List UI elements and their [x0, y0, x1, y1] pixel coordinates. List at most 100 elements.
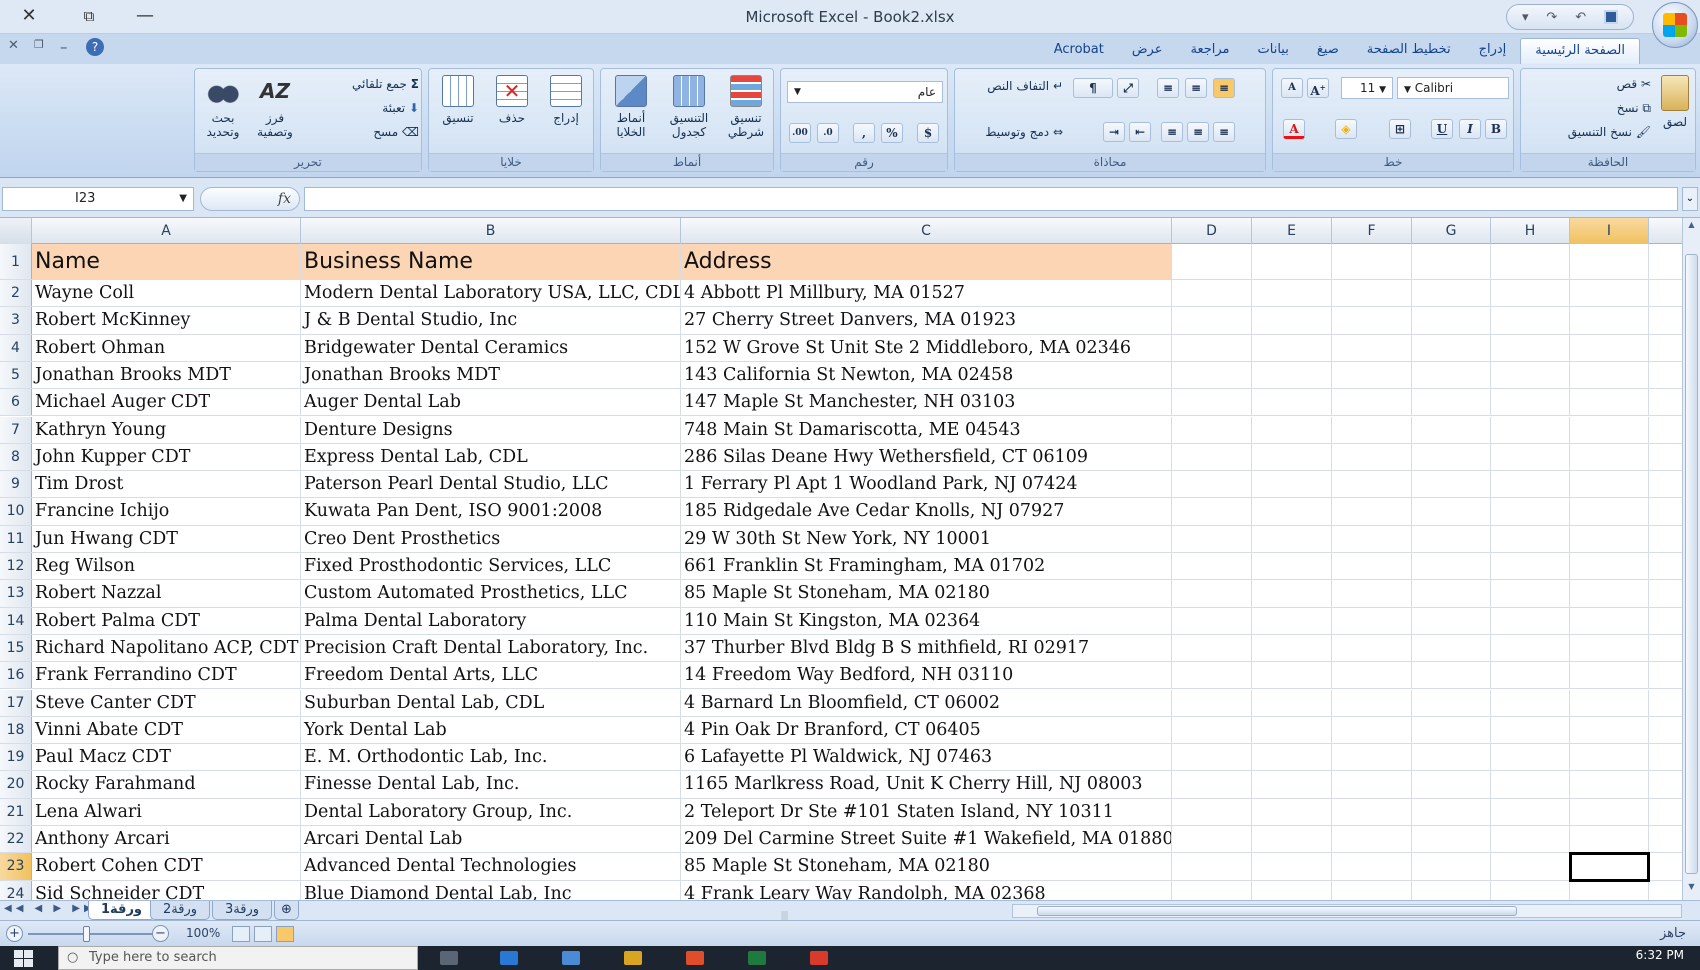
- borders-button[interactable]: ⊞: [1389, 119, 1411, 139]
- cell-a17[interactable]: Steve Canter CDT: [32, 689, 301, 716]
- column-header-e[interactable]: E: [1252, 218, 1332, 244]
- cell-h24[interactable]: [1491, 880, 1570, 900]
- cell-i2[interactable]: [1570, 280, 1649, 307]
- cell-h11[interactable]: [1491, 525, 1570, 552]
- cell-f20[interactable]: [1332, 771, 1412, 798]
- cell-b9[interactable]: Paterson Pearl Dental Studio, LLC: [301, 471, 681, 498]
- cell-e22[interactable]: [1252, 826, 1332, 853]
- font-color-button[interactable]: A: [1283, 119, 1305, 139]
- cell-h10[interactable]: [1491, 498, 1570, 525]
- tab-review[interactable]: مراجعة: [1177, 38, 1244, 64]
- cell-c9[interactable]: 1 Ferrary Pl Apt 1 Woodland Park, NJ 074…: [681, 471, 1172, 498]
- italic-button[interactable]: I: [1459, 119, 1481, 139]
- cell-f7[interactable]: [1332, 416, 1412, 443]
- excel-taskbar-icon[interactable]: [748, 951, 766, 965]
- cell-g4[interactable]: [1412, 334, 1491, 361]
- cell-c17[interactable]: 4 Barnard Ln Bloomfield, CT 06002: [681, 689, 1172, 716]
- cell-h1[interactable]: [1491, 244, 1570, 279]
- number-format-dropdown[interactable]: عام ▼: [787, 81, 943, 103]
- wrap-text-button[interactable]: التفاف النص ↵: [959, 79, 1063, 93]
- cell-c10[interactable]: 185 Ridgedale Ave Cedar Knolls, NJ 07927: [681, 498, 1172, 525]
- cell-a18[interactable]: Vinni Abate CDT: [32, 716, 301, 744]
- row-header-1[interactable]: 1: [0, 244, 32, 279]
- help-icon[interactable]: ?: [86, 38, 104, 56]
- format-cells-button[interactable]: تنسيق: [433, 75, 483, 125]
- cell-d15[interactable]: [1172, 634, 1252, 662]
- cell-e5[interactable]: [1252, 361, 1332, 389]
- cell-b2[interactable]: Modern Dental Laboratory USA, LLC, CDL: [301, 280, 681, 307]
- fill-color-button[interactable]: ◈: [1335, 119, 1357, 139]
- cell-b6[interactable]: Auger Dental Lab: [301, 389, 681, 416]
- find-select-button[interactable]: بحث وتحديد: [197, 75, 249, 139]
- row-header-4[interactable]: 4: [0, 334, 32, 361]
- cell-g13[interactable]: [1412, 580, 1491, 607]
- cell-h6[interactable]: [1491, 389, 1570, 416]
- row-header-10[interactable]: 10: [0, 498, 32, 525]
- column-header-a[interactable]: A: [32, 218, 301, 244]
- folder-icon[interactable]: [624, 951, 642, 965]
- cell-d13[interactable]: [1172, 580, 1252, 607]
- cell-e15[interactable]: [1252, 634, 1332, 662]
- zoom-out-button[interactable]: −: [152, 925, 169, 942]
- zoom-slider-knob[interactable]: [83, 926, 90, 942]
- row-header-9[interactable]: 9: [0, 471, 32, 498]
- cell-a13[interactable]: Robert Nazzal: [32, 580, 301, 607]
- cell-c21[interactable]: 2 Teleport Dr Ste #101 Staten Island, NY…: [681, 798, 1172, 825]
- cell-c2[interactable]: 4 Abbott Pl Millbury, MA 01527: [681, 280, 1172, 307]
- cell-d9[interactable]: [1172, 471, 1252, 498]
- align-middle-button[interactable]: ≡: [1185, 78, 1207, 98]
- cell-h12[interactable]: [1491, 553, 1570, 580]
- row-header-3[interactable]: 3: [0, 307, 32, 334]
- cell-a5[interactable]: Jonathan Brooks MDT: [32, 361, 301, 389]
- cell-e6[interactable]: [1252, 389, 1332, 416]
- cell-f16[interactable]: [1332, 662, 1412, 689]
- row-header-23[interactable]: 23: [0, 853, 32, 880]
- row-header-17[interactable]: 17: [0, 689, 32, 716]
- cell-d16[interactable]: [1172, 662, 1252, 689]
- tab-view[interactable]: عرض: [1118, 38, 1177, 64]
- cell-b17[interactable]: Suburban Dental Lab, CDL: [301, 689, 681, 716]
- tab-acrobat[interactable]: Acrobat: [1040, 38, 1118, 64]
- column-header-d[interactable]: D: [1172, 218, 1252, 244]
- cell-i14[interactable]: [1570, 607, 1649, 634]
- cell-f18[interactable]: [1332, 716, 1412, 744]
- cell-f14[interactable]: [1332, 607, 1412, 634]
- cell-h8[interactable]: [1491, 443, 1570, 471]
- cell-c23[interactable]: 85 Maple St Stoneham, MA 02180: [681, 853, 1172, 880]
- decrease-decimal-button[interactable]: .00: [789, 123, 811, 143]
- cell-c1[interactable]: Address: [681, 244, 1172, 279]
- align-top-button[interactable]: ≡: [1157, 78, 1179, 98]
- row-header-12[interactable]: 12: [0, 553, 32, 580]
- horizontal-scrollbar[interactable]: [1012, 904, 1682, 918]
- name-box[interactable]: I23 ▼: [2, 187, 194, 211]
- cell-g23[interactable]: [1412, 853, 1491, 880]
- app-icon[interactable]: [686, 951, 704, 965]
- cell-g14[interactable]: [1412, 607, 1491, 634]
- cell-g7[interactable]: [1412, 416, 1491, 443]
- customize-qat-icon[interactable]: ▾: [1522, 10, 1529, 25]
- workbook-restore-icon[interactable]: ❐: [34, 38, 44, 51]
- cell-e13[interactable]: [1252, 580, 1332, 607]
- font-size-dropdown[interactable]: 11 ▼: [1341, 77, 1393, 99]
- cell-a14[interactable]: Robert Palma CDT: [32, 607, 301, 634]
- tab-formulas[interactable]: صيغ: [1303, 38, 1353, 64]
- cell-f12[interactable]: [1332, 553, 1412, 580]
- cell-c19[interactable]: 6 Lafayette Pl Waldwick, NJ 07463: [681, 744, 1172, 771]
- cell-h21[interactable]: [1491, 798, 1570, 825]
- cell-e10[interactable]: [1252, 498, 1332, 525]
- cell-c15[interactable]: 37 Thurber Blvd Bldg B S mithfield, RI 0…: [681, 634, 1172, 662]
- insert-function-button[interactable]: fx: [200, 187, 300, 211]
- cell-b14[interactable]: Palma Dental Laboratory: [301, 607, 681, 634]
- cell-d14[interactable]: [1172, 607, 1252, 634]
- cell-h7[interactable]: [1491, 416, 1570, 443]
- column-header-b[interactable]: B: [301, 218, 681, 244]
- cell-h4[interactable]: [1491, 334, 1570, 361]
- row-header-20[interactable]: 20: [0, 771, 32, 798]
- save-icon[interactable]: [1604, 10, 1619, 24]
- cell-e24[interactable]: [1252, 880, 1332, 900]
- cell-g12[interactable]: [1412, 553, 1491, 580]
- cell-i5[interactable]: [1570, 361, 1649, 389]
- cell-a15[interactable]: Richard Napolitano ACP, CDT: [32, 634, 301, 662]
- cell-h19[interactable]: [1491, 744, 1570, 771]
- clear-button[interactable]: مسح ⌫: [303, 125, 419, 139]
